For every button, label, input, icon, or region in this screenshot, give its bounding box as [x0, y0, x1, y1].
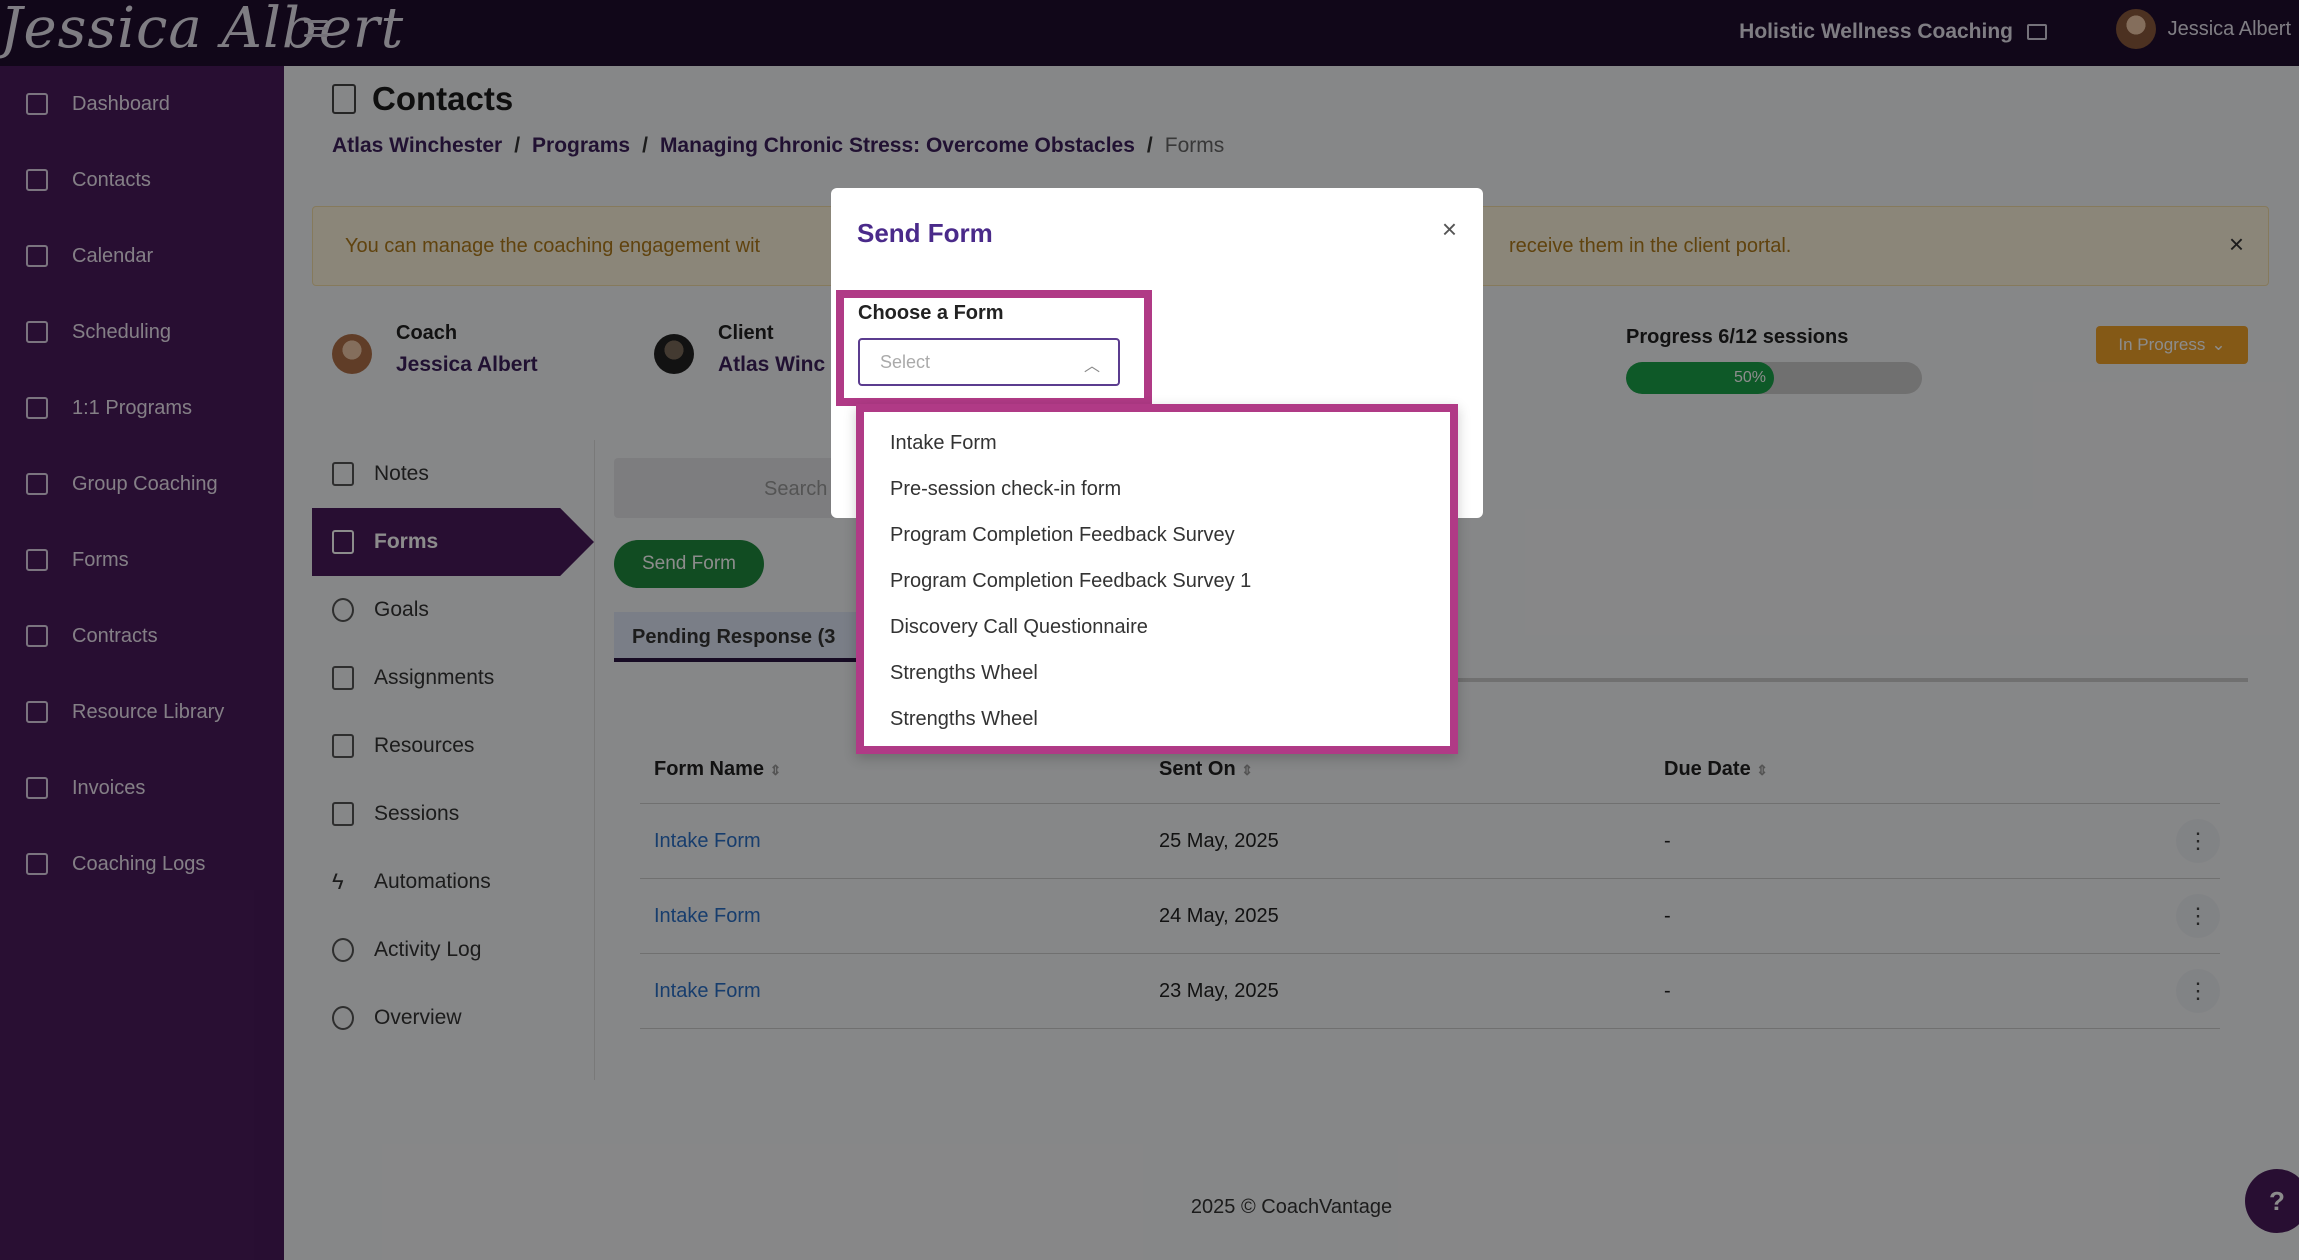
form-select[interactable]: Select ︿ [858, 338, 1120, 386]
dropdown-option[interactable]: Program Completion Feedback Survey [864, 512, 1450, 558]
form-dropdown-list: Intake Form Pre-session check-in form Pr… [856, 404, 1458, 754]
dropdown-option[interactable]: Strengths Wheel [864, 696, 1450, 742]
dropdown-option[interactable]: Discovery Call Questionnaire [864, 604, 1450, 650]
choose-form-label: Choose a Form [858, 302, 1004, 324]
dropdown-option[interactable]: Program Completion Feedback Survey 1 [864, 558, 1450, 604]
close-icon[interactable]: × [1442, 214, 1457, 245]
dropdown-option[interactable]: Strengths Wheel [864, 650, 1450, 696]
dropdown-option[interactable]: Intake Form [864, 420, 1450, 466]
chevron-up-icon: ︿ [1083, 358, 1100, 375]
dropdown-option[interactable]: Pre-session check-in form [864, 466, 1450, 512]
select-placeholder: Select [880, 352, 931, 372]
modal-title: Send Form [857, 218, 993, 248]
